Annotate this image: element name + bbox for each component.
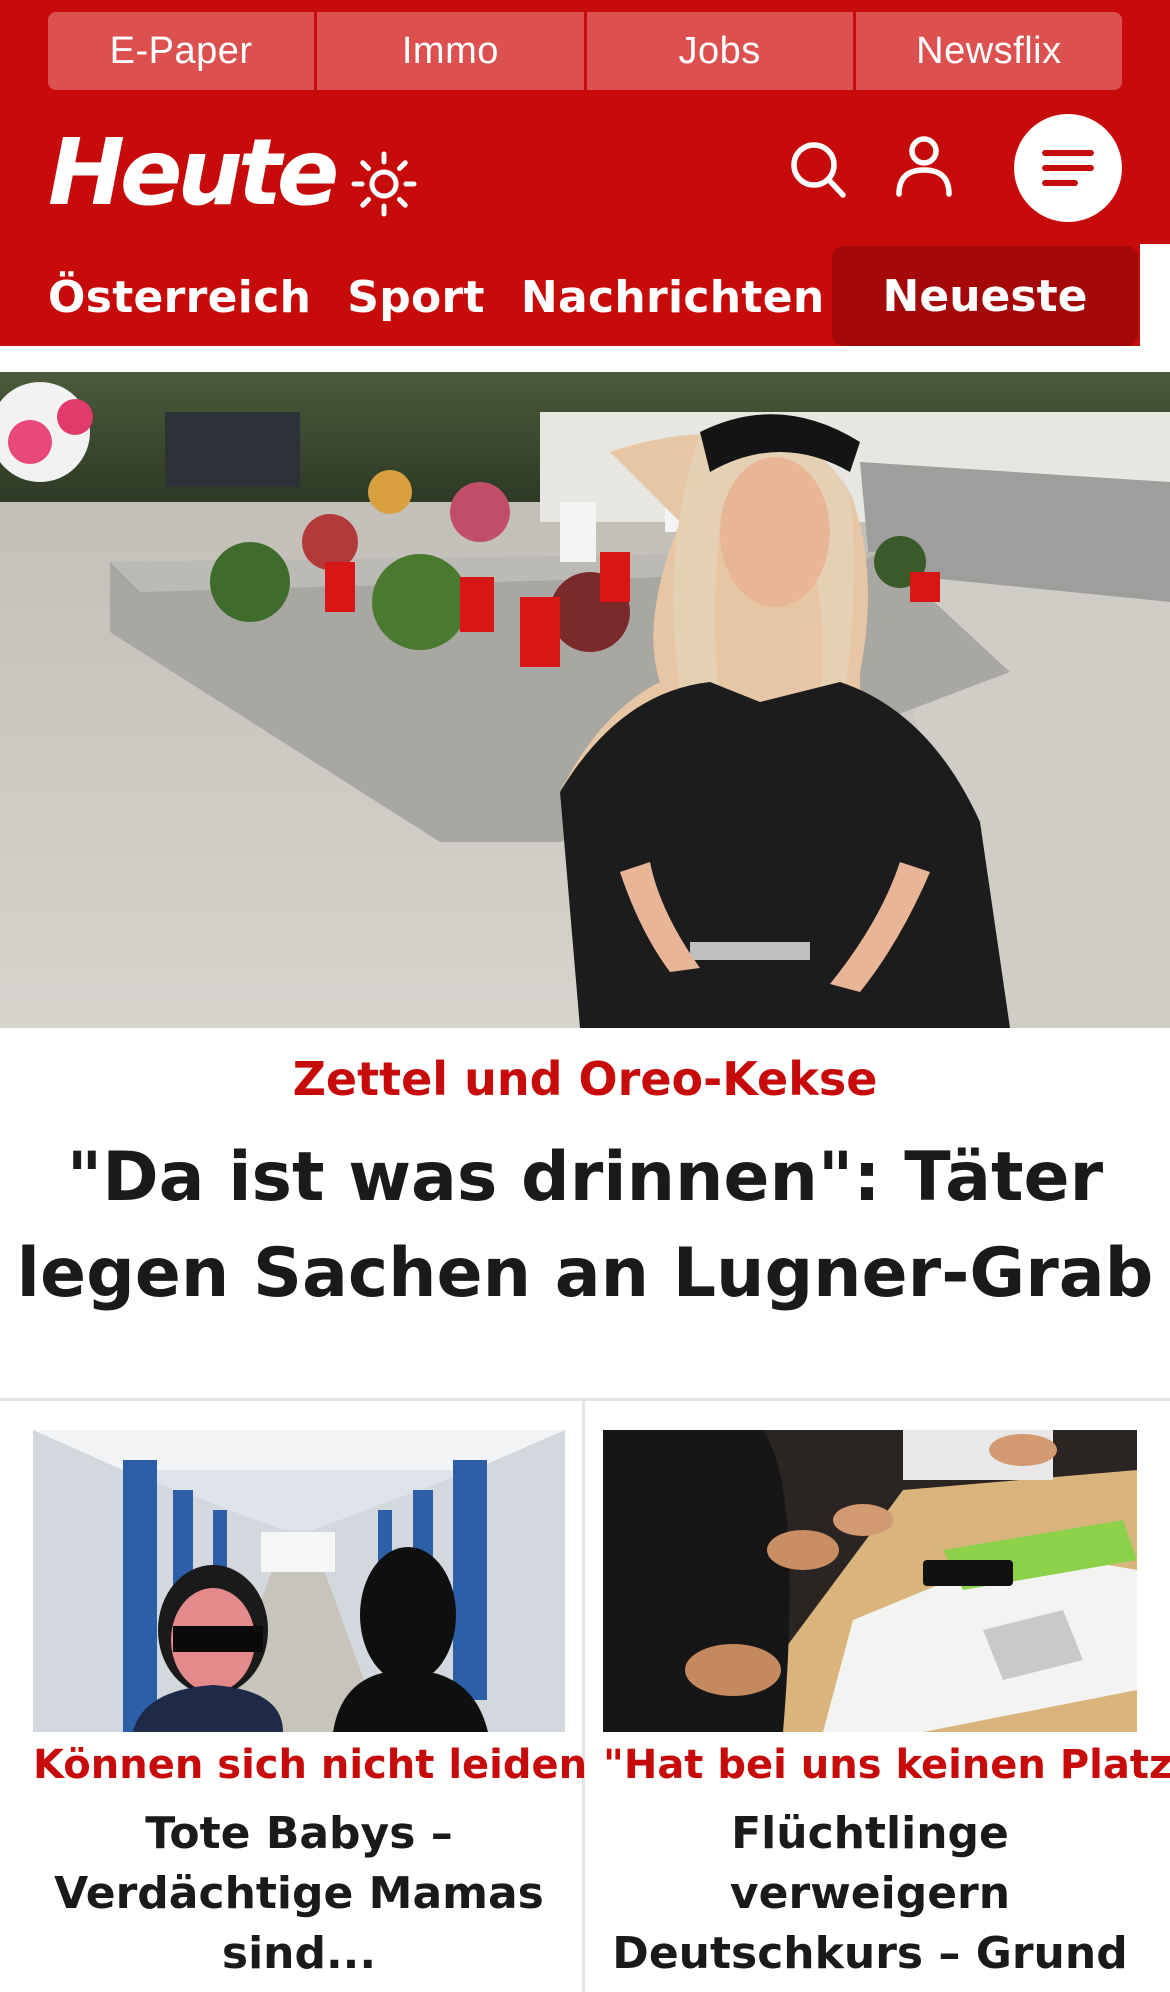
site-header: E-Paper Immo Jobs Newsflix Heute Österre… [0,0,1170,346]
search-icon[interactable] [788,138,848,202]
hero-kicker[interactable]: Zettel und Oreo-Kekse [0,1052,1170,1106]
nav-item-sport[interactable]: Sport [347,272,485,323]
hero-photo [0,372,1170,1028]
hero-image[interactable] [0,372,1170,1028]
menu-button[interactable] [1014,114,1122,222]
top-link-newsflix[interactable]: Newsflix [855,12,1122,90]
top-link-immo[interactable]: Immo [317,12,584,90]
site-logo[interactable]: Heute [48,118,339,228]
hero-headline[interactable]: "Da ist was drinnen": Täter legen Sachen… [10,1130,1160,1322]
teaser-kicker-1[interactable]: Können sich nicht leiden [33,1742,587,1788]
top-link-jobs[interactable]: Jobs [586,12,853,90]
teaser-photo-2 [603,1430,1137,1732]
column-divider [582,1400,585,1992]
menu-icon [1042,150,1094,186]
user-icon[interactable] [894,134,954,198]
teaser-headline-2[interactable]: Flüchtlinge verweigern Deutschkurs – Gru… [603,1804,1137,1992]
teaser-headline-1[interactable]: Tote Babys – Verdächtige Mamas sind... [33,1804,565,1984]
main-nav: Österreich Sport Nachrichten [48,264,824,330]
nav-item-oesterreich[interactable]: Österreich [48,272,311,323]
logo-text: Heute [48,119,339,226]
section-divider [0,1398,1170,1401]
top-link-epaper[interactable]: E-Paper [48,12,315,90]
teaser-photo-1 [33,1430,565,1732]
top-links-bar: E-Paper Immo Jobs Newsflix [48,12,1122,90]
teaser-kicker-2[interactable]: "Hat bei uns keinen Platz" [603,1742,1170,1788]
teaser-image-2[interactable] [603,1430,1137,1732]
teaser-image-1[interactable] [33,1430,565,1732]
sun-icon[interactable] [350,150,418,218]
nav-item-nachrichten[interactable]: Nachrichten [521,272,825,323]
nav-item-neueste[interactable]: Neueste [832,246,1138,346]
